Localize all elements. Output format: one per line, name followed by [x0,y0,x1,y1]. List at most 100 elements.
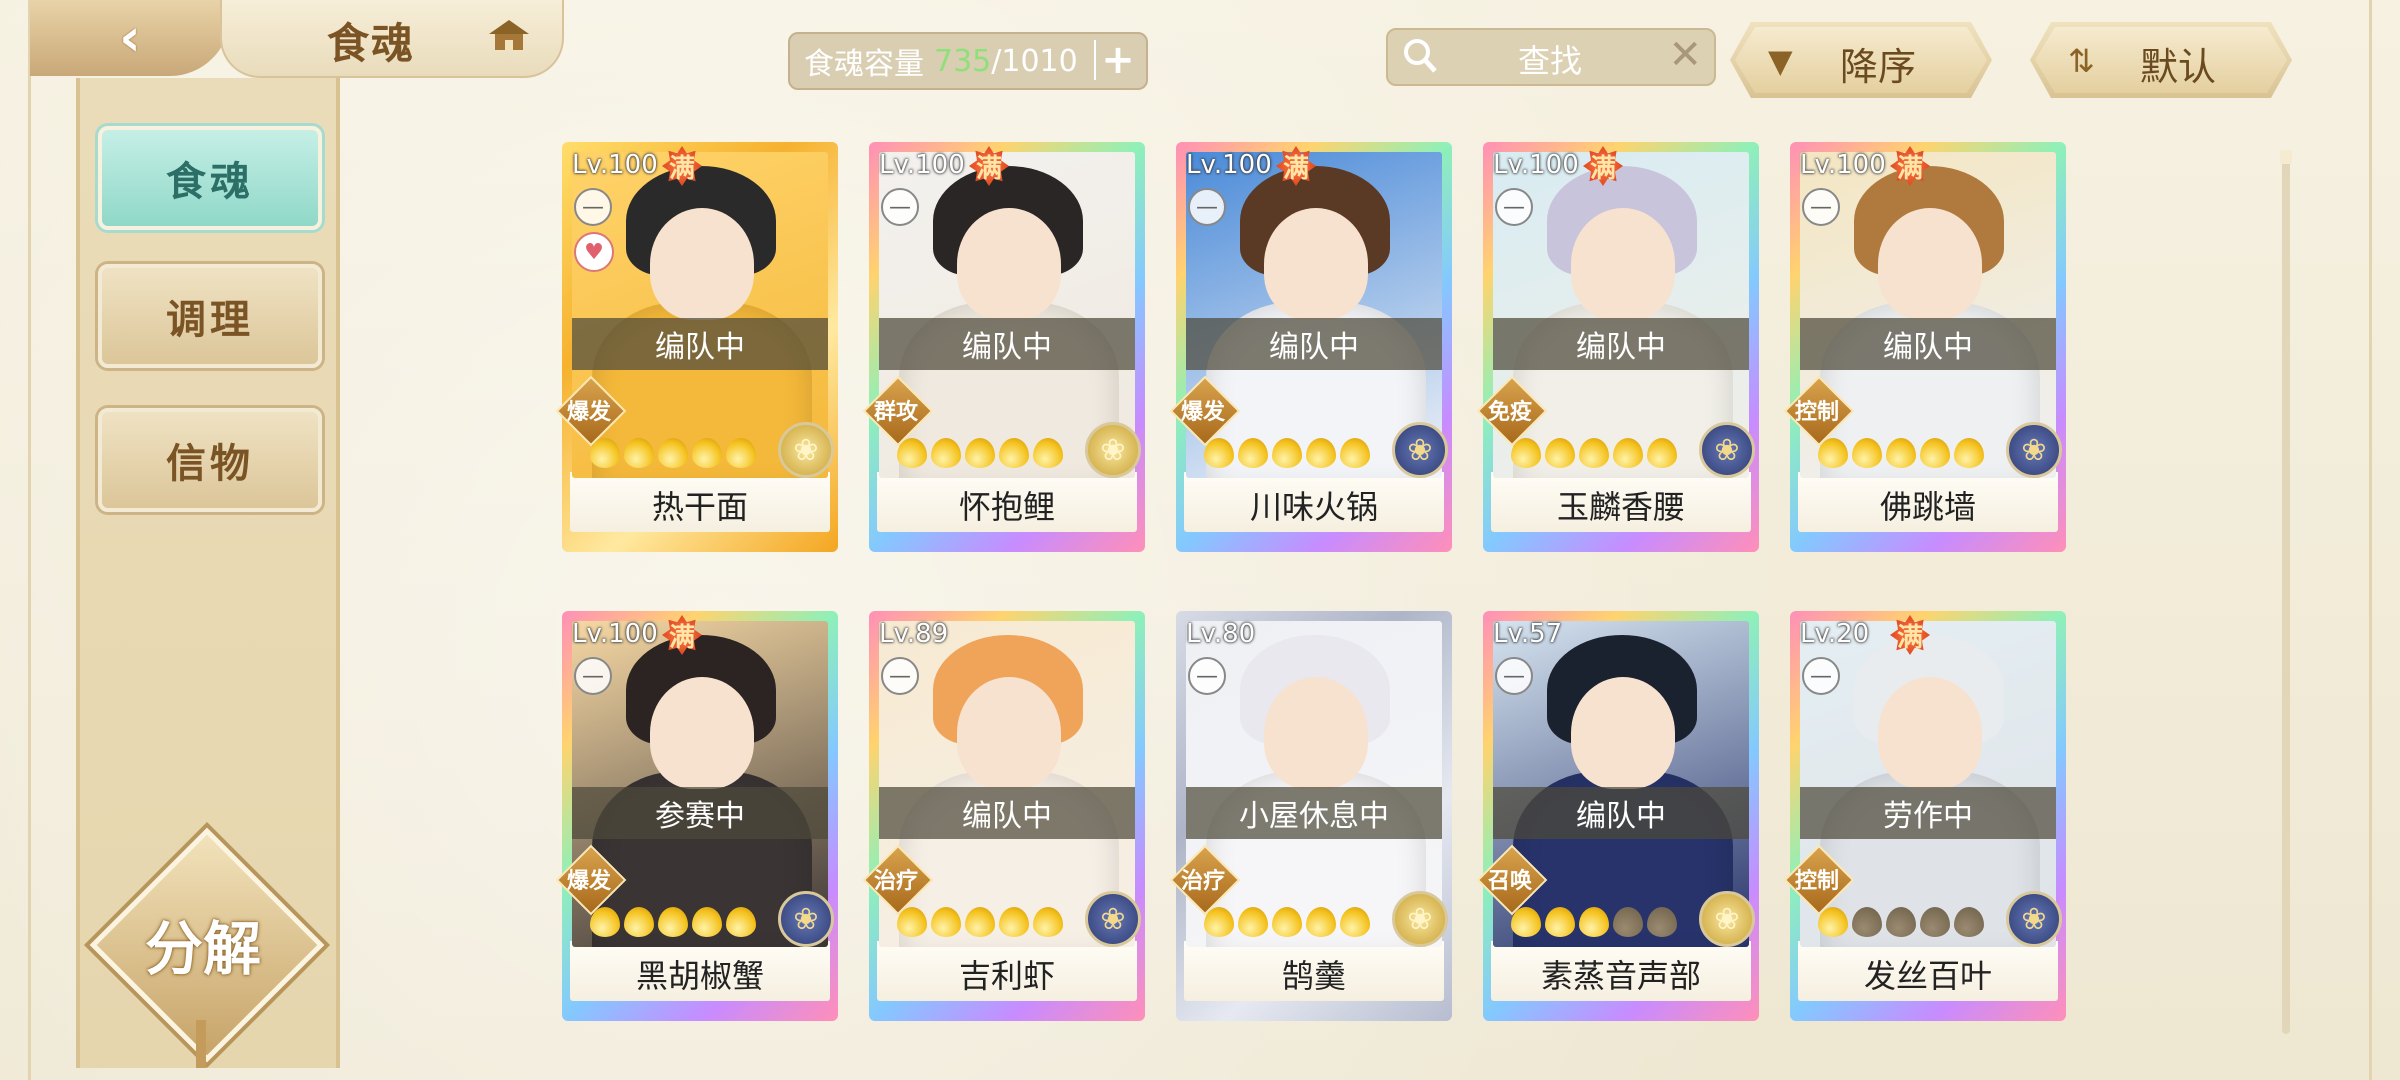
star-rating [1204,907,1370,939]
flower-emblem-icon: ❀ [778,891,834,947]
star-icon [658,438,688,468]
star-icon [999,907,1029,937]
star-rating [590,907,756,939]
star-icon [999,438,1029,468]
flower-emblem-icon: ❀ [2006,422,2062,478]
food-soul-name: 川味火锅 [1249,488,1378,526]
star-icon [1340,438,1370,468]
food-soul-card[interactable]: Lv.20 满 — 劳作中 控制 ❀ 发丝百叶 [1783,611,2066,1021]
star-icon [1920,438,1950,468]
flower-emblem-icon: ❀ [1392,422,1448,478]
sort-order-button[interactable]: ▼ 降序 [1730,22,1992,98]
star-icon [1340,907,1370,937]
star-icon [1613,438,1643,468]
star-icon [1511,438,1541,468]
tab-food-souls[interactable]: 食魂 [98,126,322,230]
food-soul-name: 鹄羹 [1281,957,1346,995]
sort-mode-label: 默认 [2140,45,2217,89]
triangle-down-icon: ▼ [1768,42,1793,80]
star-icon [624,438,654,468]
role-label: 爆发 [566,869,611,894]
tab-label: 食魂 [166,159,254,205]
capacity-label: 食魂容量 [804,47,924,82]
portrait-face [650,208,754,320]
lock-icon[interactable]: — [1188,188,1226,226]
role-badge: 控制 [1783,844,1855,916]
food-soul-card[interactable]: Lv.100 满 — 参赛中 爆发 ❀ 黑胡椒蟹 [555,611,838,1021]
level-label: Lv.100 [1493,150,1579,180]
back-button[interactable]: ‹ [30,0,230,76]
clear-search-icon[interactable]: ✕ [1668,32,1702,78]
lock-icon[interactable]: — [1495,657,1533,695]
flower-emblem-icon: ❀ [2006,891,2062,947]
star-icon [1204,438,1234,468]
food-soul-card[interactable]: Lv.100 满 — 编队中 群攻 ❀ 怀抱鲤 [862,142,1145,552]
star-icon [658,907,688,937]
food-soul-card[interactable]: Lv.57 — 编队中 召唤 ❀ 素蒸音声部 [1476,611,1759,1021]
portrait-face [1264,208,1368,320]
lock-icon[interactable]: — [1802,657,1840,695]
lock-icon[interactable]: — [1495,188,1533,226]
lock-icon[interactable]: — [881,188,919,226]
food-soul-name: 玉麟香腰 [1556,488,1685,526]
search-icon [1404,39,1437,73]
flower-emblem-icon: ❀ [1392,891,1448,947]
tassel-decoration [196,1020,206,1068]
star-icon [1647,438,1677,468]
food-soul-card[interactable]: Lv.89 — 编队中 治疗 ❀ 吉利虾 [862,611,1145,1021]
scrollbar-thumb[interactable] [2280,150,2292,164]
lock-icon[interactable]: — [881,657,919,695]
star-icon [931,907,961,937]
star-icon [692,438,722,468]
role-badge: 免疫 [1476,375,1548,447]
star-icon [897,438,927,468]
star-icon [1579,438,1609,468]
star-icon [1852,907,1882,937]
search-input[interactable]: 查找 ✕ [1386,28,1716,86]
food-soul-card[interactable]: Lv.100 满 — 编队中 爆发 ❀ 川味火锅 [1169,142,1452,552]
status-banner: 编队中 [879,318,1135,370]
role-label: 治疗 [1180,869,1225,894]
star-icon [1647,907,1677,937]
food-soul-card[interactable]: Lv.100 满 — 编队中 控制 ❀ 佛跳墙 [1783,142,2066,552]
top-left-bar: ‹ 食魂 [30,0,564,78]
star-icon [624,907,654,937]
star-icon [1954,438,1984,468]
lock-icon[interactable]: — [1188,657,1226,695]
add-capacity-button[interactable]: + [1094,37,1140,83]
star-icon [1545,907,1575,937]
page-title: 食魂 [327,19,416,68]
food-soul-card[interactable]: Lv.100 满 — ♥ 编队中 爆发 ❀ 热干面 [555,142,838,552]
level-label: Lv.80 [1186,619,1256,649]
portrait-face [1571,677,1675,789]
flower-emblem-icon: ❀ [1699,422,1755,478]
role-badge: 爆发 [555,844,627,916]
capacity-current: 735 [934,43,992,79]
star-icon [1033,907,1063,937]
capacity-max: /1010 [991,43,1078,79]
sort-mode-button[interactable]: ⇅ 默认 [2030,22,2292,98]
portrait-face [1571,208,1675,320]
lock-icon[interactable]: — [574,188,612,226]
scrollbar[interactable] [2280,150,2292,1034]
role-badge: 召唤 [1476,844,1548,916]
star-icon [1272,907,1302,937]
heart-icon[interactable]: ♥ [574,232,614,272]
status-banner: 劳作中 [1800,787,2056,839]
star-rating [1511,907,1677,939]
tab-label: 信物 [166,441,254,487]
lock-icon[interactable]: — [1802,188,1840,226]
home-icon[interactable] [485,16,533,56]
tab-tokens[interactable]: 信物 [98,408,322,512]
food-soul-card[interactable]: Lv.80 — 小屋休息中 治疗 ❀ 鹄羹 [1169,611,1452,1021]
lock-icon[interactable]: — [574,657,612,695]
star-icon [1306,907,1336,937]
capacity-bar: 食魂容量 735 /1010 + [788,32,1148,90]
tab-conditioning[interactable]: 调理 [98,264,322,368]
food-soul-card[interactable]: Lv.100 满 — 编队中 免疫 ❀ 玉麟香腰 [1476,142,1759,552]
portrait-face [1878,208,1982,320]
star-rating [897,907,1063,939]
search-placeholder: 查找 [1518,42,1583,80]
star-icon [1272,438,1302,468]
tab-label: 调理 [166,297,254,343]
